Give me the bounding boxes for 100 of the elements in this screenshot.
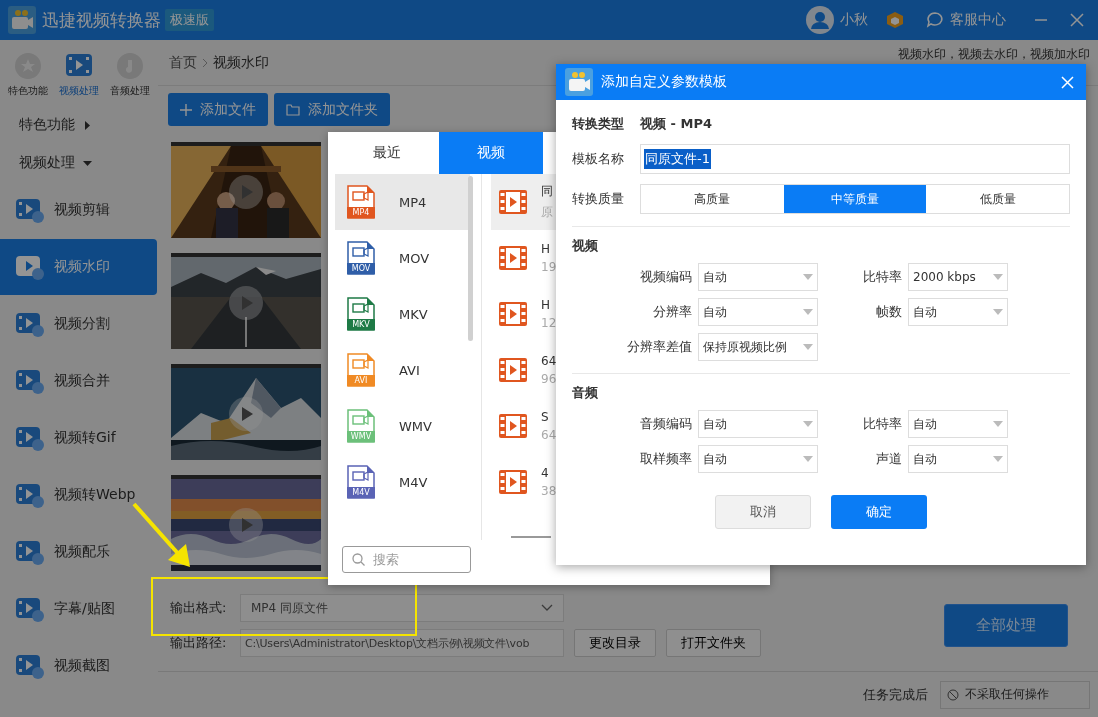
close-icon[interactable] — [1070, 13, 1084, 27]
preset-title: S — [541, 410, 550, 424]
preset-title: H — [541, 298, 552, 312]
preset-item[interactable]: 同 原 — [491, 174, 559, 230]
format-badge: MKV — [347, 319, 375, 330]
preset-title: 同 — [541, 183, 553, 200]
add-file-button[interactable]: 添加文件 — [168, 93, 268, 126]
format-tab[interactable]: 最近 — [335, 132, 439, 174]
field-label: 输出路径: — [170, 634, 228, 652]
sidebar-group[interactable]: 视频处理 — [0, 144, 158, 182]
format-item[interactable]: MOV MOV — [335, 230, 470, 286]
preset-detail: 19 — [541, 260, 557, 274]
quality-option[interactable]: 低质量 — [926, 185, 1069, 213]
film-icon — [16, 482, 44, 508]
format-tab[interactable]: 视频 — [439, 132, 543, 174]
field-label: 输出格式: — [170, 599, 228, 617]
edition-badge: 极速版 — [165, 9, 214, 31]
preset-detail: 12 — [541, 316, 557, 330]
sidebar-item[interactable]: 视频配乐 — [0, 524, 158, 580]
film-icon — [499, 190, 527, 214]
caret-icon — [803, 344, 813, 350]
field-label: 转换质量 — [572, 190, 624, 208]
ban-icon — [947, 688, 959, 701]
param-select[interactable]: 2000 kbps — [908, 263, 1008, 291]
param-select[interactable]: 自动 — [908, 298, 1008, 326]
preset-title: H — [541, 242, 552, 256]
category-tab[interactable]: 视频处理 — [59, 52, 99, 98]
field-label: 比特率 — [862, 268, 902, 286]
field-label: 声道 — [875, 450, 902, 468]
cube-icon[interactable] — [886, 11, 904, 29]
app-logo-icon — [565, 68, 593, 96]
field-label: 分辨率差值 — [626, 338, 692, 356]
quality-option[interactable]: 中等质量 — [783, 185, 927, 213]
path-field[interactable]: C:\Users\Administrator\Desktop\文档示例\视频文件\vob — [240, 629, 564, 657]
format-badge: AVI — [347, 375, 375, 386]
preset-item[interactable]: S 64 — [491, 398, 559, 454]
caret-icon — [803, 421, 813, 427]
search-icon — [352, 553, 365, 566]
breadcrumb-link[interactable]: 首页 — [169, 53, 197, 72]
param-select[interactable]: 自动 — [698, 298, 818, 326]
preset-detail: 原 — [541, 204, 553, 221]
header-note: 视频水印，视频去水印，视频加水印 — [898, 46, 1090, 63]
preset-item[interactable]: 64 96 — [491, 342, 559, 398]
sidebar-group[interactable]: 特色功能 — [0, 106, 158, 144]
add-folder-button[interactable]: 添加文件夹 — [274, 93, 390, 126]
chevron-down-icon — [541, 604, 553, 612]
format-item[interactable]: MKV MKV — [335, 286, 470, 342]
after-task-select[interactable]: 不采取任何操作 — [940, 680, 1090, 709]
param-select[interactable]: 自动 — [698, 263, 818, 291]
name-field[interactable]: 同原文件-1 — [640, 144, 1070, 174]
change-dir-button[interactable]: 更改目录 — [574, 629, 656, 657]
preset-item[interactable]: 4 38 — [491, 454, 559, 510]
sidebar-item[interactable]: 视频合并 — [0, 353, 158, 409]
film-icon — [16, 425, 44, 451]
param-select[interactable]: 保持原视频比例 — [698, 333, 818, 361]
category-tab[interactable]: 特色功能 — [7, 52, 48, 98]
format-item[interactable]: WMV WMV — [335, 398, 470, 454]
dialog-title: 添加自定义参数模板 — [601, 73, 727, 91]
param-select[interactable]: 自动 — [908, 445, 1008, 473]
sidebar-item[interactable]: 视频分割 — [0, 296, 158, 352]
confirm-button[interactable]: 确定 — [831, 495, 927, 529]
sidebar-item[interactable]: 视频截图 — [0, 638, 158, 694]
format-select[interactable]: MP4 同原文件 — [240, 594, 564, 622]
preset-title: 64 — [541, 354, 557, 368]
open-folder-button[interactable]: 打开文件夹 — [666, 629, 761, 657]
avatar-icon[interactable] — [806, 6, 834, 34]
close-icon[interactable] — [1061, 75, 1074, 89]
param-select[interactable]: 自动 — [698, 410, 818, 438]
sidebar-item[interactable]: 视频剪辑 — [0, 182, 158, 238]
sidebar-item[interactable]: 视频水印 — [0, 239, 157, 295]
field-label: 比特率 — [862, 415, 902, 433]
sidebar-item[interactable]: 字幕/贴图 — [0, 581, 158, 637]
film-icon — [499, 246, 527, 270]
film-icon — [16, 368, 44, 394]
sidebar-item[interactable]: 视频转Webp — [0, 467, 158, 523]
search-field[interactable]: 搜索 — [342, 546, 471, 573]
section-title: 视频 — [572, 237, 599, 255]
support-link[interactable]: 客服中心 — [950, 11, 1006, 29]
preset-item[interactable]: H 12 — [491, 286, 559, 342]
film-icon — [499, 358, 527, 382]
field-label: 模板名称 — [572, 150, 624, 168]
preset-item[interactable]: H 19 — [491, 230, 559, 286]
quality-option[interactable]: 高质量 — [641, 185, 784, 213]
format-item[interactable]: AVI AVI — [335, 342, 470, 398]
format-item[interactable]: MP4 MP4 — [335, 174, 470, 230]
chat-icon[interactable] — [926, 11, 944, 29]
cancel-button[interactable]: 取消 — [715, 495, 811, 529]
param-select[interactable]: 自动 — [908, 410, 1008, 438]
preset-title: 4 — [541, 466, 550, 480]
film-icon — [16, 596, 44, 622]
format-badge: MOV — [347, 263, 375, 274]
category-tab[interactable]: 音频处理 — [110, 52, 151, 98]
field-label: 任务完成后 — [863, 685, 928, 704]
sidebar-item[interactable]: 视频转Gif — [0, 410, 158, 466]
param-select[interactable]: 自动 — [698, 445, 818, 473]
field-label: 取样频率 — [639, 450, 692, 468]
film-icon — [499, 414, 527, 438]
user-name[interactable]: 小秋 — [840, 11, 868, 29]
film-icon — [499, 470, 527, 494]
format-item[interactable]: M4V M4V — [335, 454, 470, 510]
